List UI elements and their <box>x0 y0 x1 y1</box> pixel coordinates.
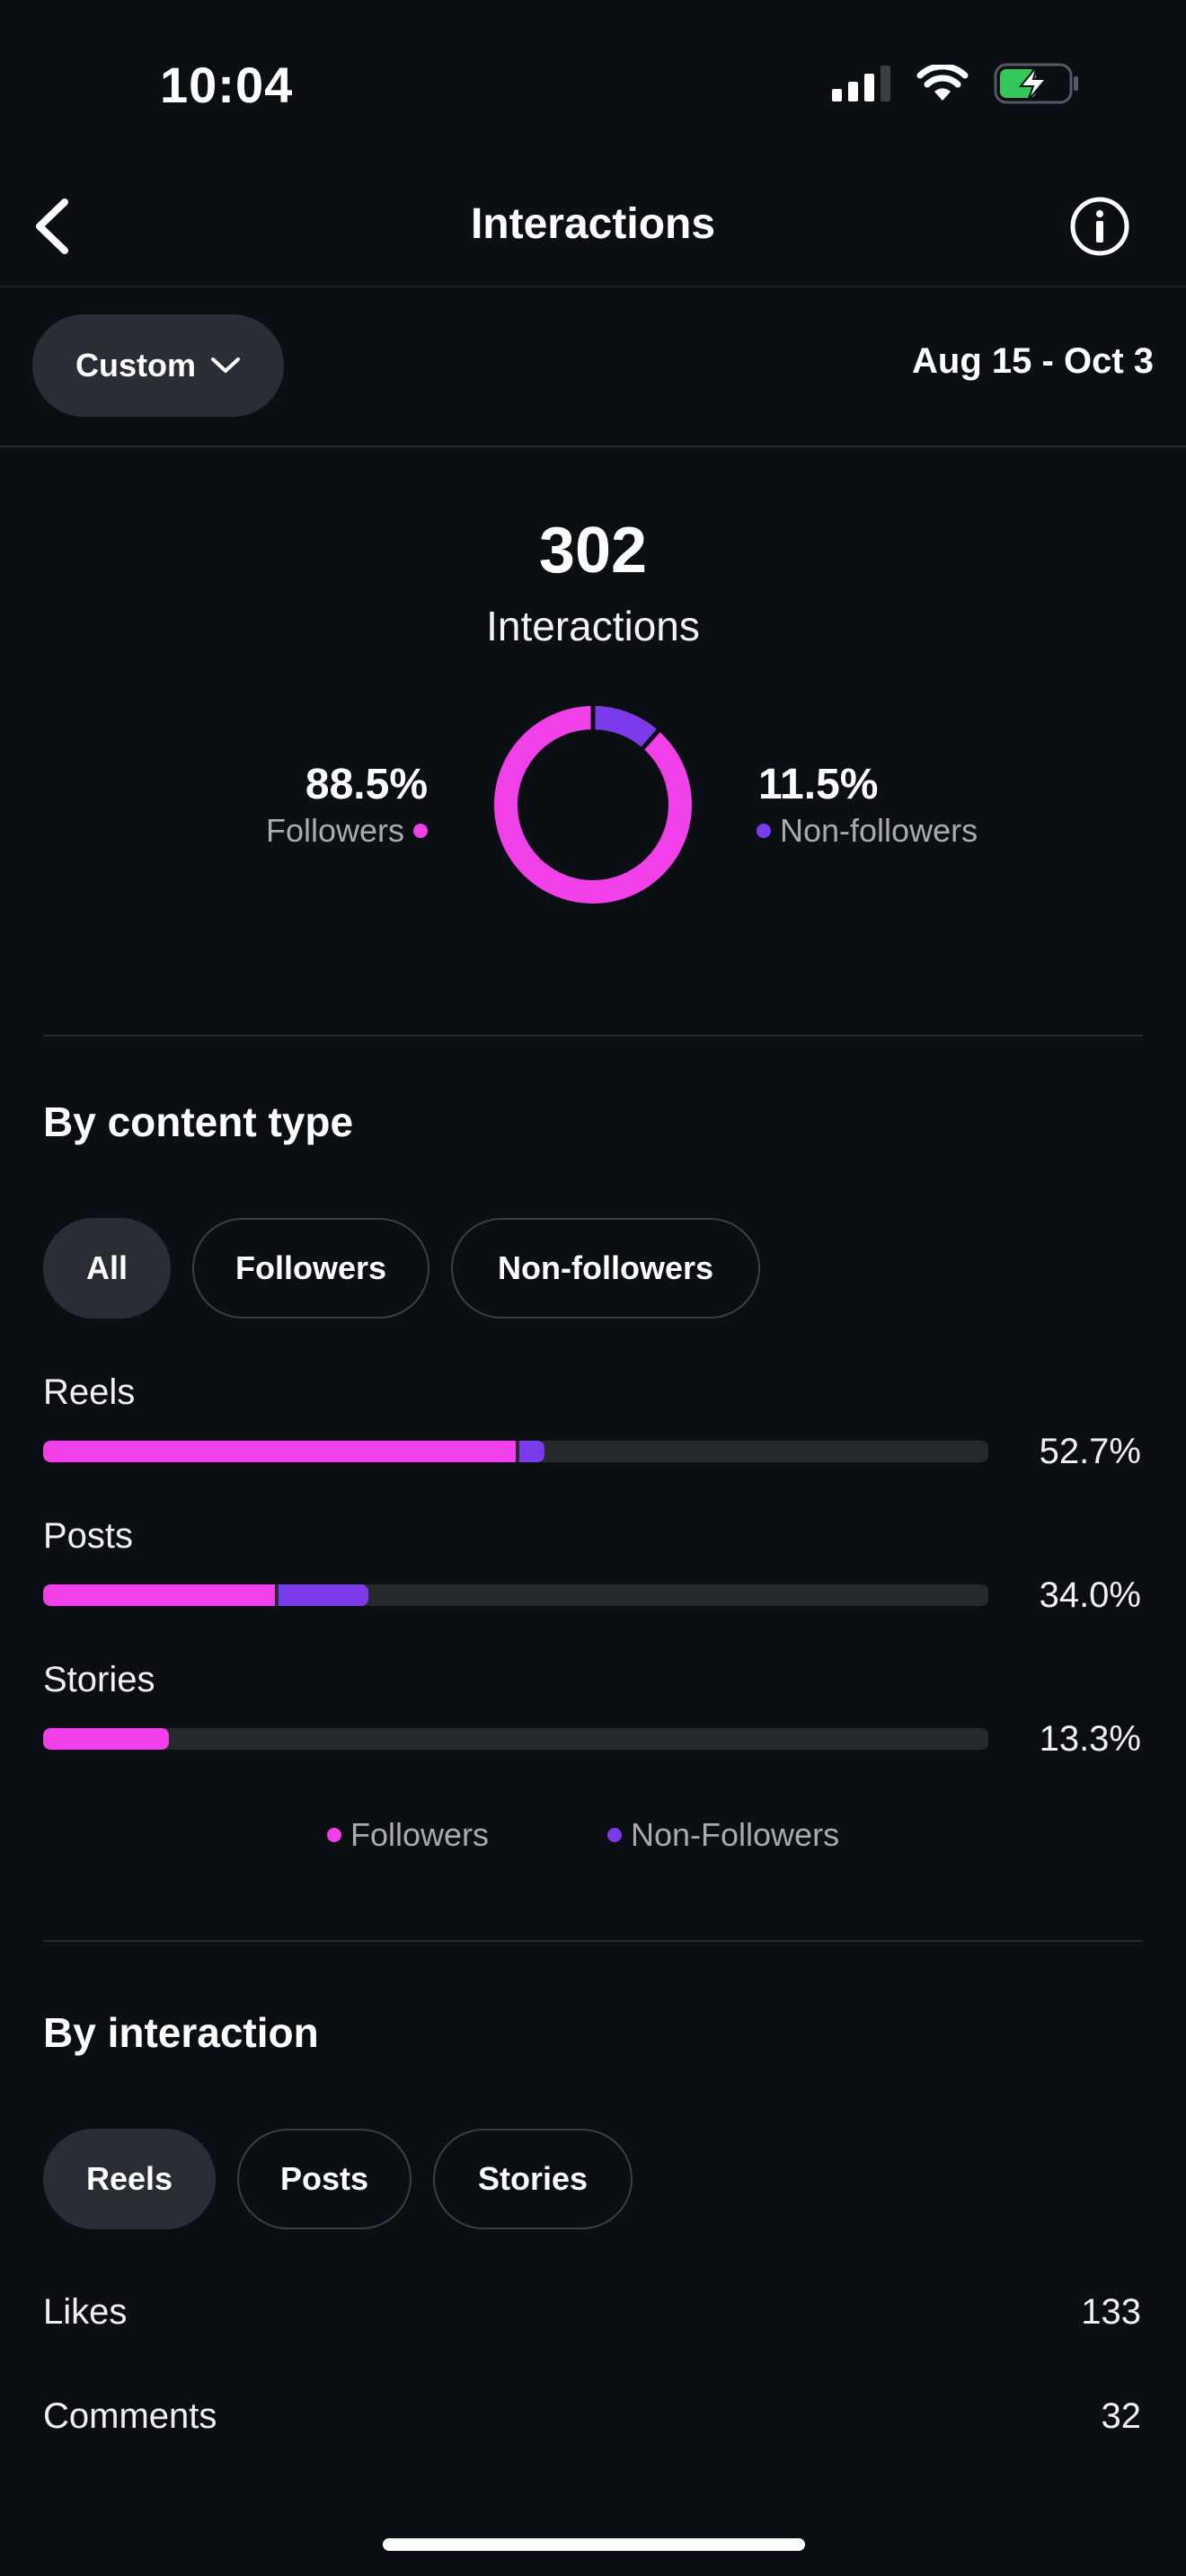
followers-percentage: 88.5% <box>305 761 428 808</box>
header-divider <box>0 286 1186 287</box>
legend-nonfollowers-label: Non-Followers <box>631 1816 840 1853</box>
section-divider <box>43 1035 1143 1037</box>
info-icon <box>1070 197 1129 256</box>
nonfollowers-percentage: 11.5% <box>758 761 879 808</box>
followers-dot-icon <box>413 824 428 838</box>
followers-label: Followers <box>265 812 404 849</box>
likes-value: 133 <box>1081 2292 1141 2332</box>
tab-non-followers-label: Non-followers <box>498 1249 713 1286</box>
followers-label-group: Followers <box>266 812 428 850</box>
nonfollowers-dot-icon <box>757 824 771 838</box>
legend-followers-label: Followers <box>350 1816 490 1853</box>
content-type-title: By content type <box>43 1098 354 1145</box>
date-range-dropdown-label: Custom <box>75 347 196 384</box>
content-row-pct-posts: 34.0% <box>1039 1575 1141 1615</box>
legend-nonfollowers-dot-icon <box>607 1828 622 1842</box>
tab-stories-label: Stories <box>477 2160 589 2197</box>
tab-posts-label: Posts <box>279 2160 369 2197</box>
chevron-down-icon <box>211 357 240 373</box>
total-interactions-label: Interactions <box>486 603 700 649</box>
section-divider <box>43 1940 1143 1942</box>
tab-reels-label: Reels <box>85 2160 173 2197</box>
content-row-pct-stories: 13.3% <box>1039 1719 1141 1759</box>
comments-value: 32 <box>1101 2396 1142 2436</box>
wifi-icon <box>916 65 969 101</box>
comments-label: Comments <box>43 2396 217 2436</box>
tab-followers[interactable]: Followers <box>192 1218 429 1319</box>
content-bar-posts <box>43 1584 988 1606</box>
info-button[interactable] <box>1069 196 1130 257</box>
legend-followers-dot-icon <box>327 1828 341 1842</box>
nonfollowers-label: Non-followers <box>780 812 978 849</box>
total-interactions-value: 302 <box>538 515 648 587</box>
date-range-text: Aug 15 - Oct 3 <box>912 341 1154 381</box>
legend-followers: Followers <box>327 1816 489 1854</box>
filter-divider <box>0 446 1186 447</box>
tab-reels[interactable]: Reels <box>43 2129 216 2229</box>
legend-nonfollowers: Non-Followers <box>607 1816 839 1854</box>
stories-followers-segment <box>43 1728 169 1750</box>
likes-label: Likes <box>43 2292 128 2332</box>
content-bar-stories <box>43 1728 988 1750</box>
status-time: 10:04 <box>160 57 294 113</box>
content-bar-reels <box>43 1441 988 1462</box>
content-row-pct-reels: 52.7% <box>1039 1432 1141 1471</box>
battery-charging-icon <box>994 63 1078 104</box>
tab-non-followers[interactable]: Non-followers <box>451 1218 760 1319</box>
tab-stories[interactable]: Stories <box>433 2129 633 2229</box>
tab-all[interactable]: All <box>43 1218 171 1319</box>
page-title: Interactions <box>470 200 716 248</box>
cellular-signal-icon <box>832 66 890 101</box>
nonfollowers-label-group: Non-followers <box>757 812 978 850</box>
status-icons <box>832 63 1080 104</box>
content-row-label-stories: Stories <box>43 1660 155 1699</box>
tab-posts[interactable]: Posts <box>237 2129 412 2229</box>
followers-donut-chart <box>494 704 692 904</box>
home-indicator[interactable] <box>383 2538 805 2551</box>
posts-nonfollowers-segment <box>278 1584 368 1606</box>
content-row-label-reels: Reels <box>43 1372 136 1412</box>
donut-nonfollowers-arc <box>592 706 659 749</box>
by-interaction-title: By interaction <box>43 2009 319 2056</box>
donut-followers-arc <box>494 706 692 904</box>
reels-followers-segment <box>43 1441 516 1462</box>
content-row-label-posts: Posts <box>43 1516 134 1556</box>
tab-all-label: All <box>85 1249 128 1286</box>
reels-nonfollowers-segment <box>519 1441 545 1462</box>
posts-followers-segment <box>43 1584 275 1606</box>
tab-followers-label: Followers <box>235 1249 387 1286</box>
date-range-dropdown[interactable]: Custom <box>32 314 284 417</box>
